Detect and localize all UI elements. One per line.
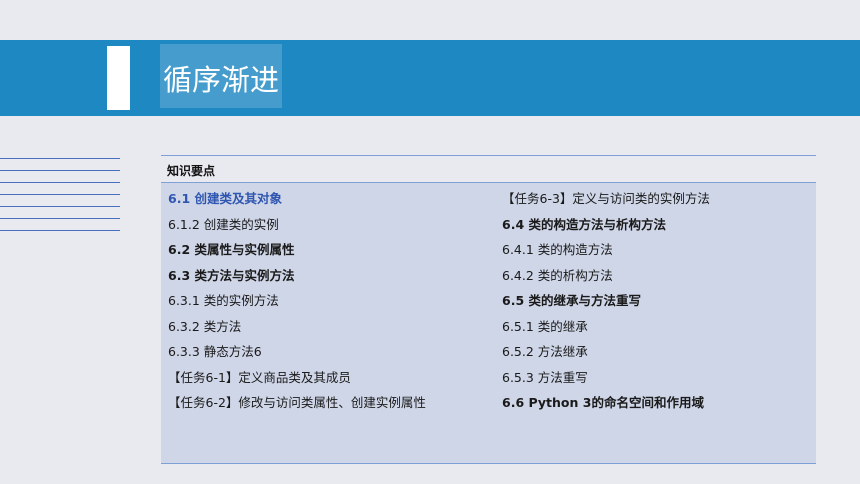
panel-body: 6.1 创建类及其对象 6.1.2 创建类的实例 6.2 类属性与实例属性 6.3 类… bbox=[161, 183, 816, 464]
outline-item: 6.1.2 创建类的实例 bbox=[168, 216, 279, 232]
deco-line bbox=[0, 206, 120, 207]
outline-item: 6.3.3 静态方法6 bbox=[168, 344, 262, 359]
left-column: 6.1 创建类及其对象 6.1.2 创建类的实例 6.2 类属性与实例属性 6.3 类… bbox=[168, 186, 426, 416]
slide-title: 循序渐进 bbox=[160, 44, 283, 108]
outline-item: 6.5.3 方法重写 bbox=[502, 369, 588, 385]
outline-item: 6.4 类的构造方法与析构方法 bbox=[502, 216, 666, 232]
deco-line bbox=[0, 218, 120, 219]
outline-item: 6.5.1 类的继承 bbox=[502, 318, 588, 334]
panel-header: 知识要点 bbox=[161, 155, 816, 183]
outline-item: 6.1 创建类及其对象 bbox=[168, 191, 282, 206]
deco-line bbox=[0, 194, 120, 195]
outline-item: 【任务6-3】定义与访问类的实例方法 bbox=[502, 191, 710, 206]
banner-accent-bar bbox=[107, 46, 130, 110]
outline-item: 6.2 类属性与实例属性 bbox=[168, 242, 295, 257]
outline-item: 【任务6-1】定义商品类及其成员 bbox=[168, 369, 351, 385]
deco-line bbox=[0, 182, 120, 183]
right-column: 【任务6-3】定义与访问类的实例方法 6.4 类的构造方法与析构方法 6.4.1 类… bbox=[502, 186, 710, 416]
deco-line bbox=[0, 158, 120, 159]
outline-item: 6.6 Python 3的命名空间和作用域 bbox=[502, 395, 704, 410]
outline-item: 6.5.2 方法继承 bbox=[502, 344, 588, 359]
outline-item: 6.3.1 类的实例方法 bbox=[168, 293, 279, 308]
decorative-lines bbox=[0, 158, 120, 238]
title-banner: 循序渐进 bbox=[0, 40, 860, 116]
deco-line bbox=[0, 230, 120, 231]
outline-item: 【任务6-2】修改与访问类属性、创建实例属性 bbox=[168, 395, 426, 410]
panel-header-title: 知识要点 bbox=[167, 164, 216, 178]
outline-item: 6.3.2 类方法 bbox=[168, 318, 242, 334]
outline-item: 6.5 类的继承与方法重写 bbox=[502, 293, 641, 308]
deco-line bbox=[0, 170, 120, 171]
outline-item: 6.3 类方法与实例方法 bbox=[168, 267, 295, 283]
outline-item: 6.4.1 类的构造方法 bbox=[502, 242, 613, 257]
knowledge-points-panel: 知识要点 6.1 创建类及其对象 6.1.2 创建类的实例 6.2 类属性与实例属性… bbox=[161, 155, 816, 464]
outline-item: 6.4.2 类的析构方法 bbox=[502, 267, 613, 283]
